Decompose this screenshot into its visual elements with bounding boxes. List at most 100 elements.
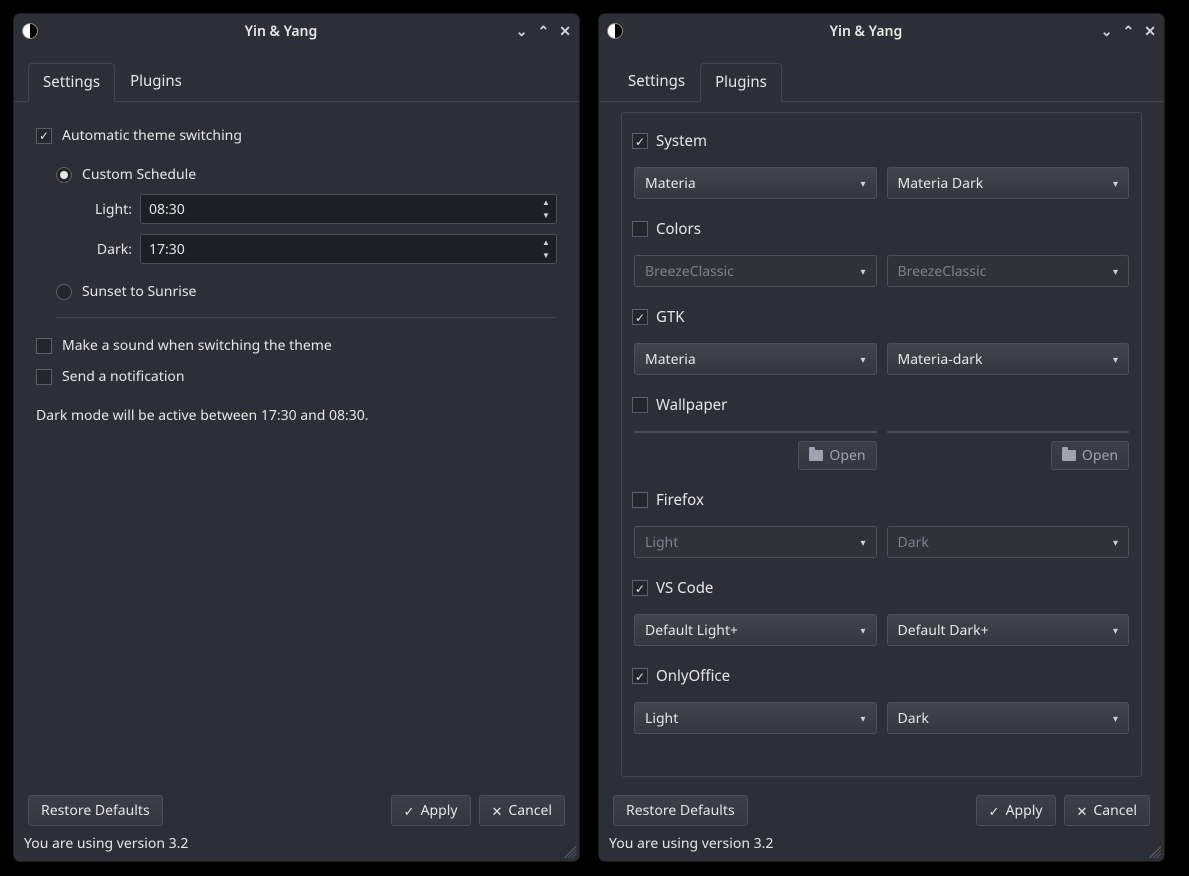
plugin-onlyoffice-checkbox[interactable]: ✓ OnlyOffice	[632, 662, 1131, 692]
dark-time-input[interactable]: 17:30 ▲ ▼	[140, 234, 557, 264]
light-time-value: 08:30	[149, 200, 185, 219]
tab-settings[interactable]: Settings	[28, 63, 115, 102]
sunset-radio[interactable]: Sunset to Sunrise	[56, 282, 557, 301]
plugin-gtk-label: GTK	[656, 307, 685, 327]
plugin-colors-checkbox[interactable]: Colors	[632, 215, 1131, 245]
close-icon[interactable]: ✕	[1144, 22, 1156, 41]
sunset-label: Sunset to Sunrise	[82, 282, 196, 301]
plugin-system: ✓ System Materia Materia Dark	[632, 127, 1131, 205]
plugin-colors: Colors BreezeClassic BreezeClassic	[632, 215, 1131, 293]
plugin-vscode-light-combo[interactable]: Default Light+	[634, 614, 877, 646]
plugin-gtk-light-combo[interactable]: Materia	[634, 343, 877, 375]
plugin-firefox: Firefox Light Dark	[632, 486, 1131, 564]
plugin-gtk-dark-combo[interactable]: Materia-dark	[887, 343, 1130, 375]
cancel-button[interactable]: ✕ Cancel	[1064, 795, 1151, 826]
resize-grip-icon[interactable]	[1149, 846, 1161, 858]
app-icon	[22, 23, 38, 39]
dark-time-label: Dark:	[80, 240, 132, 259]
statusbar: You are using version 3.2	[599, 830, 1164, 861]
plugin-system-checkbox[interactable]: ✓ System	[632, 127, 1131, 157]
sound-label: Make a sound when switching the theme	[62, 336, 332, 355]
close-icon[interactable]: ✕	[559, 22, 571, 41]
app-icon	[607, 23, 623, 39]
minimize-icon[interactable]: ⌄	[516, 22, 528, 41]
plugin-firefox-label: Firefox	[656, 490, 704, 510]
spin-up-icon[interactable]: ▲	[538, 197, 554, 208]
tabbar: Settings Plugins	[14, 62, 579, 102]
wallpaper-light-open-button[interactable]: Open	[798, 441, 876, 470]
button-row: Restore Defaults ✓ Apply ✕ Cancel	[14, 787, 579, 830]
window-title: Yin & Yang	[46, 22, 516, 41]
minimize-icon[interactable]: ⌄	[1101, 22, 1113, 41]
custom-schedule-label: Custom Schedule	[82, 165, 196, 184]
plugin-colors-light-combo: BreezeClassic	[634, 255, 877, 287]
dark-time-value: 17:30	[149, 240, 185, 259]
wallpaper-light-path	[634, 431, 877, 433]
x-icon: ✕	[492, 802, 503, 820]
plugin-wallpaper-label: Wallpaper	[656, 395, 727, 415]
titlebar: Yin & Yang ⌄ ⌃ ✕	[14, 14, 579, 48]
plugin-system-dark-combo[interactable]: Materia Dark	[887, 167, 1130, 199]
auto-switch-label: Automatic theme switching	[62, 126, 242, 145]
maximize-icon[interactable]: ⌃	[538, 22, 550, 41]
tab-plugins[interactable]: Plugins	[700, 63, 782, 102]
check-icon: ✓	[404, 802, 415, 820]
tabbar: Settings Plugins	[599, 62, 1164, 102]
spin-down-icon[interactable]: ▼	[538, 210, 554, 221]
settings-content: ✓ Automatic theme switching Custom Sched…	[14, 102, 579, 787]
plugin-colors-label: Colors	[656, 219, 701, 239]
plugin-firefox-checkbox[interactable]: Firefox	[632, 486, 1131, 516]
x-icon: ✕	[1077, 802, 1088, 820]
separator	[56, 317, 557, 318]
window-settings: Yin & Yang ⌄ ⌃ ✕ Settings Plugins ✓ Auto…	[14, 14, 579, 861]
plugin-wallpaper-checkbox[interactable]: Wallpaper	[632, 391, 1131, 421]
auto-switch-checkbox[interactable]: ✓ Automatic theme switching	[36, 126, 557, 145]
apply-button[interactable]: ✓ Apply	[976, 795, 1056, 826]
cancel-button[interactable]: ✕ Cancel	[479, 795, 566, 826]
folder-icon	[809, 450, 823, 461]
folder-icon	[1062, 450, 1076, 461]
plugin-system-label: System	[656, 131, 707, 151]
spin-down-icon[interactable]: ▼	[538, 250, 554, 261]
plugins-content: ✓ System Materia Materia Dark Colors Bre…	[599, 102, 1164, 787]
window-plugins: Yin & Yang ⌄ ⌃ ✕ Settings Plugins ✓ Syst…	[599, 14, 1164, 861]
window-title: Yin & Yang	[631, 22, 1101, 41]
tab-settings[interactable]: Settings	[613, 62, 700, 101]
restore-defaults-button[interactable]: Restore Defaults	[28, 795, 163, 826]
apply-button[interactable]: ✓ Apply	[391, 795, 471, 826]
wallpaper-dark-path	[887, 431, 1130, 433]
resize-grip-icon[interactable]	[564, 846, 576, 858]
plugin-gtk: ✓ GTK Materia Materia-dark	[632, 303, 1131, 381]
restore-defaults-button[interactable]: Restore Defaults	[613, 795, 748, 826]
notify-label: Send a notification	[62, 367, 185, 386]
plugin-system-light-combo[interactable]: Materia	[634, 167, 877, 199]
check-icon: ✓	[989, 802, 1000, 820]
plugin-firefox-light-combo: Light	[634, 526, 877, 558]
titlebar: Yin & Yang ⌄ ⌃ ✕	[599, 14, 1164, 48]
notify-checkbox[interactable]: Send a notification	[36, 367, 557, 386]
plugin-onlyoffice-dark-combo[interactable]: Dark	[887, 702, 1130, 734]
tab-plugins[interactable]: Plugins	[115, 62, 197, 101]
plugin-wallpaper: Wallpaper Open Open	[632, 391, 1131, 476]
plugin-vscode: ✓ VS Code Default Light+ Default Dark+	[632, 574, 1131, 652]
plugin-onlyoffice-label: OnlyOffice	[656, 666, 730, 686]
maximize-icon[interactable]: ⌃	[1123, 22, 1135, 41]
info-text: Dark mode will be active between 17:30 a…	[36, 406, 557, 425]
light-time-input[interactable]: 08:30 ▲ ▼	[140, 194, 557, 224]
button-row: Restore Defaults ✓ Apply ✕ Cancel	[599, 787, 1164, 830]
plugin-gtk-checkbox[interactable]: ✓ GTK	[632, 303, 1131, 333]
plugin-vscode-dark-combo[interactable]: Default Dark+	[887, 614, 1130, 646]
sound-checkbox[interactable]: Make a sound when switching the theme	[36, 336, 557, 355]
plugins-scrollarea[interactable]: ✓ System Materia Materia Dark Colors Bre…	[621, 112, 1142, 777]
custom-schedule-radio[interactable]: Custom Schedule	[56, 165, 557, 184]
plugin-vscode-checkbox[interactable]: ✓ VS Code	[632, 574, 1131, 604]
plugin-vscode-label: VS Code	[656, 578, 713, 598]
spin-up-icon[interactable]: ▲	[538, 237, 554, 248]
plugin-onlyoffice-light-combo[interactable]: Light	[634, 702, 877, 734]
statusbar: You are using version 3.2	[14, 830, 579, 861]
wallpaper-dark-open-button[interactable]: Open	[1051, 441, 1129, 470]
light-time-label: Light:	[80, 200, 132, 219]
plugin-colors-dark-combo: BreezeClassic	[887, 255, 1130, 287]
plugin-firefox-dark-combo: Dark	[887, 526, 1130, 558]
plugin-onlyoffice: ✓ OnlyOffice Light Dark	[632, 662, 1131, 740]
